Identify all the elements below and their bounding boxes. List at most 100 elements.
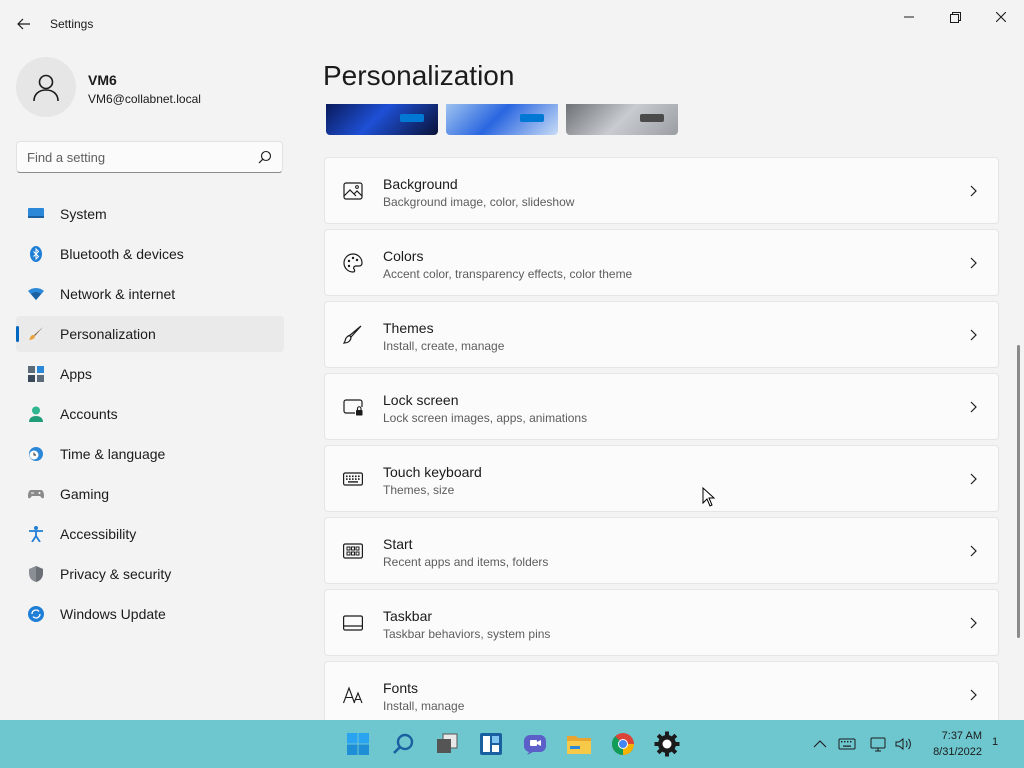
theme-thumbnail[interactable] [566,104,678,135]
card-title: Taskbar [383,608,433,624]
clock-time: 7:37 AM [941,730,982,742]
page-title: Personalization [323,60,515,91]
user-profile[interactable]: VM6 VM6@collabnet.local [16,57,286,117]
palette-icon [343,253,363,273]
widgets-icon[interactable] [477,730,505,758]
windows-start-icon[interactable] [344,730,372,758]
image-icon [343,182,363,200]
task-view-icon[interactable] [433,730,461,758]
mouse-cursor-icon [702,487,716,507]
sidebar-item-network[interactable]: Network & internet [16,276,284,312]
search-box[interactable]: Find a setting [16,141,283,173]
accessibility-icon [29,526,43,542]
settings-gear-icon[interactable] [653,730,681,758]
card-subtitle: Themes, size [383,483,455,497]
sidebar-item-label: Apps [60,366,92,382]
sidebar-item-system[interactable]: System [16,196,284,232]
maximize-button[interactable] [932,4,978,30]
card-subtitle: Taskbar behaviors, system pins [383,627,551,641]
card-fonts[interactable]: Fonts Install, manage [324,661,999,720]
card-title: Lock screen [383,392,459,408]
taskbar: 7:37 AM 8/31/2022 1 [0,720,1024,768]
theme-thumbnail[interactable] [326,104,438,135]
system-icon [28,208,44,218]
chevron-right-icon [970,257,977,269]
card-title: Themes [383,320,434,336]
card-themes[interactable]: Themes Install, create, manage [324,301,999,368]
theme-thumbnail[interactable] [446,104,558,135]
search-input[interactable]: Find a setting [27,150,105,165]
teams-chat-icon[interactable] [521,730,549,758]
sidebar-item-label: Gaming [60,486,110,502]
sidebar-item-time-language[interactable]: Time & language [16,436,284,472]
sidebar-item-gaming[interactable]: Gaming [16,476,284,512]
back-button[interactable] [12,10,36,38]
sidebar-item-bluetooth[interactable]: Bluetooth & devices [16,236,284,272]
apps-icon [28,366,44,382]
sidebar-item-windows-update[interactable]: Windows Update [16,596,284,632]
search-icon[interactable] [389,730,417,758]
sidebar-item-personalization[interactable]: Personalization [16,316,284,352]
card-title: Touch keyboard [383,464,482,480]
notification-count[interactable]: 1 [992,736,998,748]
sidebar-item-accessibility[interactable]: Accessibility [16,516,284,552]
chevron-right-icon [970,401,977,413]
sidebar-item-label: Network & internet [60,286,176,302]
chevron-up-icon[interactable] [811,736,829,752]
accounts-icon [29,406,43,422]
card-subtitle: Install, create, manage [383,339,505,353]
sidebar-item-label: Time & language [60,446,166,462]
keyboard-icon[interactable] [838,736,856,752]
volume-icon[interactable] [895,736,913,752]
card-lock-screen[interactable]: Lock screen Lock screen images, apps, an… [324,373,999,440]
minimize-icon [904,16,914,18]
card-subtitle: Lock screen images, apps, animations [383,411,588,425]
chevron-right-icon [970,689,977,701]
chevron-right-icon [970,617,977,629]
sidebar-item-apps[interactable]: Apps [16,356,284,392]
sidebar-item-label: System [60,206,107,222]
chrome-icon[interactable] [609,730,637,758]
sidebar-nav: System Bluetooth & devices Network & int… [16,196,284,636]
chevron-right-icon [970,473,977,485]
clock[interactable]: 7:37 AM 8/31/2022 [920,728,982,760]
card-taskbar[interactable]: Taskbar Taskbar behaviors, system pins [324,589,999,656]
profile-email: VM6@collabnet.local [88,92,201,106]
card-touch-keyboard[interactable]: Touch keyboard Themes, size [324,445,999,512]
sidebar-item-label: Windows Update [60,606,166,622]
theme-preview-strip [324,104,684,136]
network-icon [28,288,44,300]
person-icon [33,74,59,102]
card-subtitle: Install, manage [383,699,465,713]
file-explorer-icon[interactable] [565,730,593,758]
minimize-button[interactable] [886,4,932,30]
restore-icon [949,11,961,23]
card-subtitle: Accent color, transparency effects, colo… [383,267,633,281]
scrollbar-thumb[interactable] [1017,345,1020,638]
search-icon [258,150,272,164]
back-arrow-icon [17,18,30,30]
display-icon[interactable] [870,736,888,752]
fonts-icon [343,686,363,704]
keyboard-icon [343,472,363,486]
card-background[interactable]: Background Background image, color, slid… [324,157,999,224]
chevron-right-icon [970,545,977,557]
lock-screen-icon [343,399,363,416]
sidebar-item-label: Personalization [60,326,156,342]
taskbar-icon [343,615,363,631]
card-start[interactable]: Start Recent apps and items, folders [324,517,999,584]
app-title: Settings [50,17,94,31]
time-language-icon [29,447,43,461]
close-icon [996,12,1006,22]
avatar [16,57,76,117]
sidebar-item-privacy-security[interactable]: Privacy & security [16,556,284,592]
card-subtitle: Recent apps and items, folders [383,555,549,569]
sidebar-item-accounts[interactable]: Accounts [16,396,284,432]
start-icon [343,543,363,559]
sidebar-item-label: Privacy & security [60,566,172,582]
gaming-icon [28,490,44,499]
close-button[interactable] [978,4,1024,30]
card-colors[interactable]: Colors Accent color, transparency effect… [324,229,999,296]
shield-icon [29,566,43,582]
chevron-right-icon [970,185,977,197]
